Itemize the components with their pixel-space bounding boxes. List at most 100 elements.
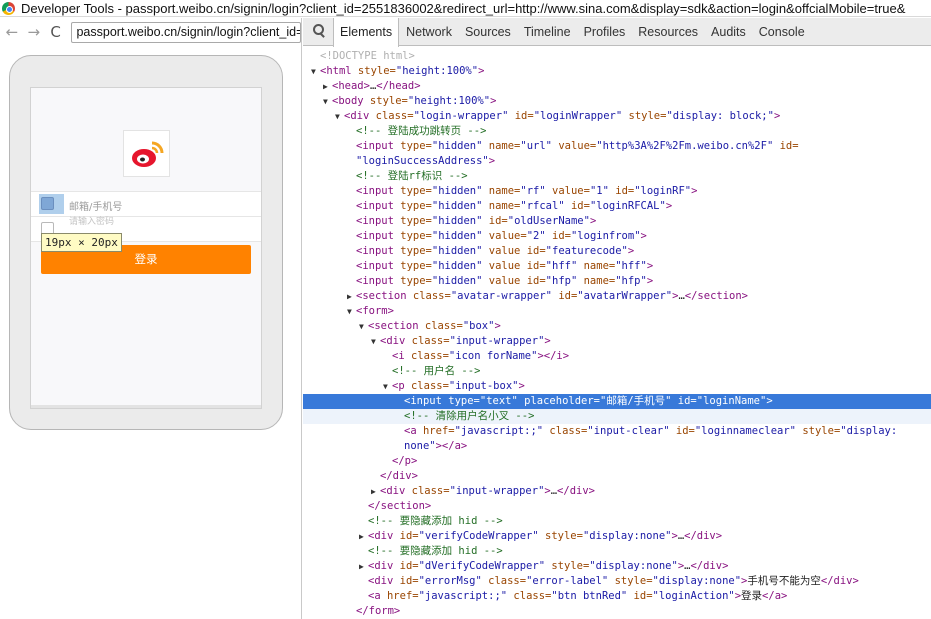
address-bar[interactable]: passport.weibo.cn/signin/login?client_id… — [71, 22, 302, 43]
dom-tree-line[interactable]: ▼ <p class="input-box"> — [303, 379, 931, 394]
dom-tree-line[interactable]: ▶ <section class="avatar-wrapper" id="ava… — [303, 289, 931, 304]
dom-tree-line[interactable]: </section> — [303, 499, 931, 514]
dom-tree-line[interactable]: ▼ <html style="height:100%"> — [303, 64, 931, 79]
dom-tree-line[interactable]: <div id="errorMsg" class="error-label" s… — [303, 574, 931, 589]
dom-token-attr: id= — [564, 200, 590, 212]
dom-tree-line[interactable]: <!-- 登陆成功跳转页 --> — [303, 124, 931, 139]
username-input[interactable]: 邮箱/手机号 — [69, 198, 122, 213]
dom-token-tag: </a> — [762, 590, 788, 602]
dom-token-cmt: <!-- 登陆rf标识 --> — [356, 170, 468, 182]
expand-arrow-icon[interactable]: ▼ — [311, 64, 320, 79]
dom-tree-line[interactable]: </div> — [303, 469, 931, 484]
dom-tree-line[interactable]: ▼ <div class="input-wrapper"> — [303, 334, 931, 349]
tab-timeline[interactable]: Timeline — [517, 18, 577, 46]
window-title: Developer Tools - passport.weibo.cn/sign… — [21, 0, 906, 16]
dom-tree-line[interactable]: <a href="javascript:;" class="btn btnRed… — [303, 589, 931, 604]
dom-token-val: "hidden" — [431, 185, 483, 197]
collapse-arrow-icon[interactable]: ▶ — [359, 559, 368, 574]
collapse-arrow-icon[interactable]: ▶ — [371, 484, 380, 499]
collapse-arrow-icon[interactable]: ▶ — [347, 289, 356, 304]
tab-resources[interactable]: Resources — [631, 18, 704, 46]
dom-token-tag: > — [490, 95, 497, 107]
dom-token-val: "btn btnRed" — [551, 590, 628, 602]
dom-token-val: "rfcal" — [520, 200, 565, 212]
dom-token-tag: </section> — [684, 290, 748, 302]
dom-tree-line[interactable]: ▶ <div id="dVerifyCodeWrapper" style="dis… — [303, 559, 931, 574]
dom-token-val: "input-clear" — [587, 425, 670, 437]
collapse-arrow-icon[interactable]: ▶ — [323, 79, 332, 94]
dom-tree-line[interactable]: ▶ <head>…</head> — [303, 79, 931, 94]
dom-tree-line[interactable]: <!-- 清除用户名小叉 --> — [303, 409, 931, 424]
reload-button[interactable]: C — [48, 25, 64, 40]
dom-token-attr: type= — [393, 185, 432, 197]
dom-token-val: "loginRFCAL" — [589, 200, 666, 212]
dom-tree-line[interactable]: </form> — [303, 604, 931, 619]
dom-token-tag: <input — [356, 245, 394, 257]
dom-token-tag: <input — [356, 230, 394, 242]
dom-tree-line[interactable]: ▼ <div class="login-wrapper" id="loginWra… — [303, 109, 931, 124]
dom-tree-line[interactable]: </p> — [303, 454, 931, 469]
tab-elements[interactable]: Elements — [333, 17, 400, 47]
expand-arrow-icon[interactable]: ▼ — [359, 319, 368, 334]
weibo-logo — [123, 130, 170, 177]
collapse-arrow-icon[interactable]: ▶ — [359, 529, 368, 544]
dom-tree-line[interactable]: <a href="javascript:;" class="input-clea… — [303, 424, 931, 439]
dom-tree-line[interactable]: <i class="icon forName"></i> — [303, 349, 931, 364]
dom-token-val: "hidden" — [431, 230, 483, 242]
expand-arrow-icon[interactable]: ▼ — [371, 334, 380, 349]
dom-token-val: "display: block;" — [666, 110, 774, 122]
dom-token-attr: id= — [482, 215, 508, 227]
dom-tree-line[interactable]: <input type="hidden" value="2" id="login… — [303, 229, 931, 244]
dom-tree-line[interactable]: none"></a> — [303, 439, 931, 454]
dom-tree-line[interactable]: <!-- 用户名 --> — [303, 364, 931, 379]
password-input[interactable]: 请输入密码 — [69, 214, 114, 227]
dom-token-val: "height:100%" — [395, 65, 479, 77]
dom-tree-line[interactable]: <input type="hidden" name="url" value="h… — [303, 139, 931, 154]
dom-tree-line[interactable]: <input type="hidden" name="rf" value="1"… — [303, 184, 931, 199]
dom-tree-line[interactable]: ▼ <body style="height:100%"> — [303, 94, 931, 109]
dom-tree-line[interactable]: <input type="hidden" name="rfcal" id="lo… — [303, 199, 931, 214]
dom-token-attr: value= — [545, 185, 590, 197]
dom-tree-line[interactable]: <!-- 登陆rf标识 --> — [303, 169, 931, 184]
username-input-row[interactable]: 邮箱/手机号 — [31, 191, 261, 217]
dom-token-val: "hidden" — [431, 260, 483, 272]
dom-token-val: "url" — [520, 140, 552, 152]
dom-token-val: "http%3A%2F%2Fm.weibo.cn%2F" — [596, 140, 774, 152]
expand-arrow-icon[interactable]: ▼ — [335, 109, 344, 124]
selected-dom-node[interactable]: <input type="text" placeholder="邮箱/手机号" … — [303, 394, 931, 409]
dom-tree-line[interactable]: ▶ <div id="verifyCodeWrapper" style="disp… — [303, 529, 931, 544]
dom-tree-line[interactable]: <input type="hidden" value id="featureco… — [303, 244, 931, 259]
dom-tree-line[interactable]: <input type="hidden" value id="hfp" name… — [303, 274, 931, 289]
dom-token-val: "hidden" — [431, 215, 483, 227]
dom-tree-line[interactable]: ▶ <div class="input-wrapper">…</div> — [303, 484, 931, 499]
dom-token-tag: > — [478, 65, 485, 77]
dom-token-val: "verifyCodeWrapper" — [418, 530, 539, 542]
tab-profiles[interactable]: Profiles — [577, 18, 632, 46]
screen-footer — [31, 405, 261, 408]
forward-button[interactable]: → — [26, 25, 42, 40]
tab-audits[interactable]: Audits — [704, 18, 752, 46]
tab-network[interactable]: Network — [399, 18, 458, 46]
dom-tree-line[interactable]: "loginSuccessAddress"> — [303, 154, 931, 169]
tab-console[interactable]: Console — [752, 18, 811, 46]
dom-tree-line[interactable]: <!-- 要隐藏添加 hid --> — [303, 514, 931, 529]
dom-tree-line[interactable]: <input type="hidden" id="oldUserName"> — [303, 214, 931, 229]
back-button[interactable]: ← — [4, 25, 20, 40]
dom-tree-line[interactable]: <!DOCTYPE html> — [303, 49, 931, 64]
dom-token-attr: style= — [796, 425, 841, 437]
dom-token-tag: <div — [368, 560, 394, 572]
dom-token-attr: type= — [393, 140, 432, 152]
dom-tree-line[interactable]: ▼ <form> — [303, 304, 931, 319]
dom-token-tag: > — [544, 335, 551, 347]
dom-tree-line[interactable]: ▼ <section class="box"> — [303, 319, 931, 334]
dom-token-val: "loginfrom" — [570, 230, 641, 242]
expand-arrow-icon[interactable]: ▼ — [323, 94, 332, 109]
dom-token-val: "dVerifyCodeWrapper" — [418, 560, 546, 572]
expand-arrow-icon[interactable]: ▼ — [383, 379, 392, 394]
dom-tree-line[interactable]: <input type="hidden" value id="hff" name… — [303, 259, 931, 274]
expand-arrow-icon[interactable]: ▼ — [347, 304, 356, 319]
tab-sources[interactable]: Sources — [458, 18, 517, 46]
inspect-search-icon[interactable] — [309, 21, 331, 43]
dom-token-attr: name= — [577, 260, 616, 272]
dom-tree-line[interactable]: <!-- 要隐藏添加 hid --> — [303, 544, 931, 559]
